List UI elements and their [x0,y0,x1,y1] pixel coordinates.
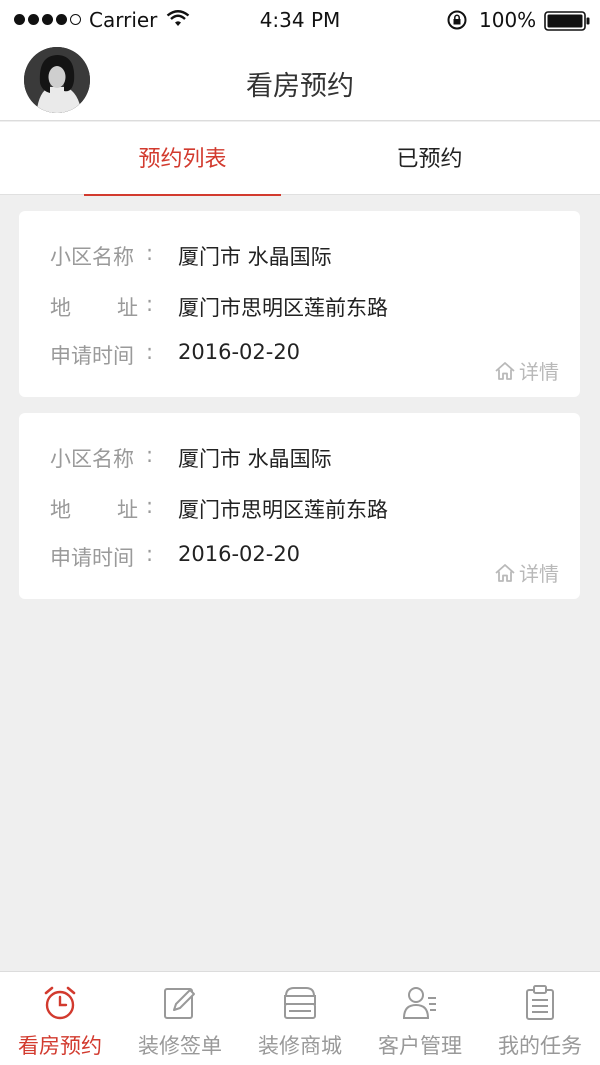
edit-icon [164,988,195,1019]
colon: : [146,443,154,467]
community-value: 厦门市 水晶国际 [178,447,332,471]
app-header: 看房预约 [0,40,600,121]
tabbar-item-tasks[interactable]: 我的任务 [480,972,600,1065]
appointment-card[interactable]: 小区名称 : 厦门市 水晶国际 地 址 : 厦门市思明区莲前东路 申请时间 : … [19,413,580,599]
battery-icon [544,11,590,31]
tabbar-label: 我的任务 [498,1034,582,1058]
apply-time-label: 申请时间 [50,546,134,570]
colon: : [146,542,154,566]
address-label: 地 址 [50,292,138,322]
tab-appointment-list[interactable]: 预约列表 [84,122,281,196]
apply-time-label: 申请时间 [50,344,134,368]
tabbar-label: 装修商城 [258,1034,342,1058]
house-icon [495,361,515,380]
tab-booked[interactable]: 已预约 [331,122,528,195]
alarm-clock-icon [44,986,76,1020]
colon: : [146,494,154,518]
address-label-char-1: 地 [50,296,71,320]
tabbar-item-contract[interactable]: 装修签单 [120,972,240,1065]
orientation-lock-icon [447,10,467,30]
tabbar-label: 客户管理 [378,1034,462,1058]
contacts-icon [402,987,436,1019]
detail-link[interactable]: 详情 [494,356,559,385]
appointment-card[interactable]: 小区名称 : 厦门市 水晶国际 地 址 : 厦门市思明区莲前东路 申请时间 : … [19,211,580,397]
clipboard-icon [526,985,554,1020]
bottom-tab-bar: 看房预约 装修签单 装修商城 客户管理 我的任务 [0,971,600,1065]
detail-link[interactable]: 详情 [494,558,559,587]
colon: : [146,292,154,316]
address-label-char-1: 地 [50,498,71,522]
address-label: 地 址 [50,494,138,524]
address-value: 厦门市思明区莲前东路 [178,498,388,522]
segment-tabs: 预约列表 已预约 [0,122,600,196]
address-label-char-2: 址 [117,498,138,522]
address-value: 厦门市思明区莲前东路 [178,296,388,320]
tabbar-label: 看房预约 [18,1034,102,1058]
tabbar-label: 装修签单 [138,1034,222,1058]
apply-time-value: 2016-02-20 [178,340,301,364]
address-label-char-2: 址 [117,296,138,320]
apply-time-value: 2016-02-20 [178,542,301,566]
house-icon [495,563,515,582]
store-icon [284,987,316,1019]
page-title: 看房预约 [246,71,354,102]
tabbar-item-viewing-appointment[interactable]: 看房预约 [0,972,120,1065]
detail-label: 详情 [519,562,559,586]
colon: : [146,241,154,265]
detail-label: 详情 [519,360,559,384]
colon: : [146,340,154,364]
tabbar-item-customers[interactable]: 客户管理 [360,972,480,1065]
community-label: 小区名称 [50,245,134,269]
status-bar: Carrier 4:34 PM 100% [0,0,600,40]
tabbar-item-mall[interactable]: 装修商城 [240,972,360,1065]
battery-percentage: 100% [479,8,537,32]
community-label: 小区名称 [50,447,134,471]
community-value: 厦门市 水晶国际 [178,245,332,269]
